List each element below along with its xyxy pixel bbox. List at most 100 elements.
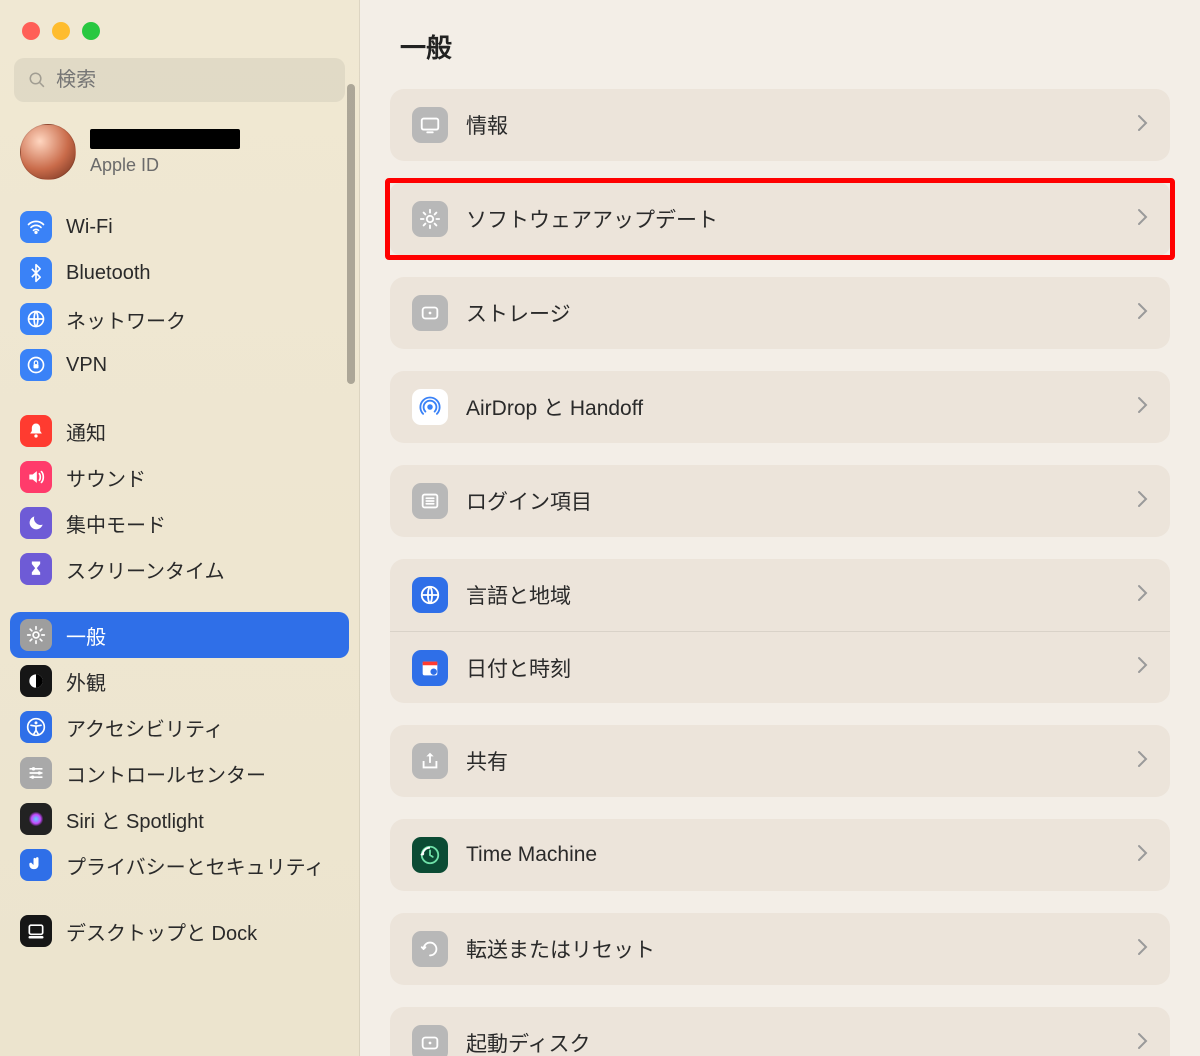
page-title: 一般 (360, 28, 1200, 89)
row-label: 転送またはリセット (466, 934, 1118, 964)
settings-group: 起動ディスク (390, 1007, 1170, 1056)
settings-row-about[interactable]: 情報 (390, 89, 1170, 161)
chevron-right-icon (1136, 584, 1148, 607)
search-input[interactable] (56, 69, 331, 92)
profile-subtitle: Apple ID (90, 155, 240, 176)
disk-icon (412, 295, 448, 331)
sidebar-item-screen[interactable]: スクリーンタイム (10, 546, 349, 592)
search-field[interactable] (14, 58, 345, 102)
sidebar-item-label: 集中モード (66, 509, 166, 538)
settings-group: ストレージ (390, 277, 1170, 349)
siri-icon (20, 803, 52, 835)
settings-row-lang[interactable]: 言語と地域 (390, 559, 1170, 631)
sidebar-item-siri[interactable]: Siri と Spotlight (10, 796, 349, 842)
settings-row-share[interactable]: 共有 (390, 725, 1170, 797)
appearance-icon (20, 665, 52, 697)
calendar-icon (412, 650, 448, 686)
sidebar-scrollbar[interactable] (347, 84, 355, 384)
sidebar-item-notif[interactable]: 通知 (10, 408, 349, 454)
sidebar-item-label: コントロールセンター (66, 759, 266, 788)
globe-icon (412, 577, 448, 613)
sidebar-item-general[interactable]: 一般 (10, 612, 349, 658)
sidebar-item-a11y[interactable]: アクセシビリティ (10, 704, 349, 750)
fullscreen-window-button[interactable] (82, 22, 100, 40)
settings-group: ログイン項目 (390, 465, 1170, 537)
chevron-right-icon (1136, 302, 1148, 325)
row-label: Time Machine (466, 843, 1118, 867)
sidebar-item-vpn[interactable]: VPN (10, 342, 349, 388)
settings-group: 共有 (390, 725, 1170, 797)
clock-icon (412, 837, 448, 873)
chevron-right-icon (1136, 844, 1148, 867)
sidebar-item-network[interactable]: ネットワーク (10, 296, 349, 342)
sidebar-item-desktop[interactable]: デスクトップと Dock (10, 908, 349, 954)
sidebar-item-label: Wi-Fi (66, 216, 113, 239)
share-icon (412, 743, 448, 779)
main-panel: 一般 情報ソフトウェアアップデートストレージ AirDrop と Handoff ロ… (360, 0, 1200, 1056)
sidebar-item-control[interactable]: コントロールセンター (10, 750, 349, 796)
sidebar-item-wifi[interactable]: Wi-Fi (10, 204, 349, 250)
settings-row-reset[interactable]: 転送またはリセット (390, 913, 1170, 985)
gear-icon (412, 201, 448, 237)
chevron-right-icon (1136, 490, 1148, 513)
sidebar-item-label: 一般 (66, 621, 106, 650)
settings-row-storage[interactable]: ストレージ (390, 277, 1170, 349)
settings-row-startup[interactable]: 起動ディスク (390, 1007, 1170, 1056)
sidebar-item-label: VPN (66, 354, 107, 377)
row-label: 情報 (466, 110, 1118, 140)
close-window-button[interactable] (22, 22, 40, 40)
sidebar-item-label: 通知 (66, 417, 106, 446)
settings-row-swupdate[interactable]: ソフトウェアアップデート (390, 183, 1170, 255)
sliders-icon (20, 757, 52, 789)
sidebar-item-focus[interactable]: 集中モード (10, 500, 349, 546)
sidebar-item-label: サウンド (66, 463, 146, 492)
globe-icon (20, 303, 52, 335)
chevron-right-icon (1136, 750, 1148, 773)
chevron-right-icon (1136, 1032, 1148, 1055)
settings-groups: 情報ソフトウェアアップデートストレージ AirDrop と Handoff ログイン… (360, 89, 1200, 1056)
row-label: AirDrop と Handoff (466, 392, 1118, 422)
minimize-window-button[interactable] (52, 22, 70, 40)
row-label: ストレージ (466, 298, 1118, 328)
sidebar-item-sound[interactable]: サウンド (10, 454, 349, 500)
settings-group: AirDrop と Handoff (390, 371, 1170, 443)
sidebar-item-label: アクセシビリティ (66, 713, 224, 742)
settings-row-login[interactable]: ログイン項目 (390, 465, 1170, 537)
settings-group: ソフトウェアアップデート (390, 183, 1170, 255)
wifi-icon (20, 211, 52, 243)
chevron-right-icon (1136, 938, 1148, 961)
dock-icon (20, 915, 52, 947)
sidebar-item-label: スクリーンタイム (66, 555, 225, 584)
sidebar-item-bluetooth[interactable]: Bluetooth (10, 250, 349, 296)
chevron-right-icon (1136, 656, 1148, 679)
settings-group: 情報 (390, 89, 1170, 161)
disk-icon (412, 1025, 448, 1056)
highlight-box: ソフトウェアアップデート (385, 178, 1175, 260)
bell-icon (20, 415, 52, 447)
apple-id-row[interactable]: Apple ID (0, 120, 359, 200)
gear-icon (20, 619, 52, 651)
hand-icon (20, 849, 52, 881)
hourglass-icon (20, 553, 52, 585)
chevron-right-icon (1136, 114, 1148, 137)
sidebar-item-label: ネットワーク (66, 305, 186, 334)
settings-row-tm[interactable]: Time Machine (390, 819, 1170, 891)
sidebar-item-label: Siri と Spotlight (66, 805, 204, 834)
speaker-icon (20, 461, 52, 493)
profile-name-redacted (90, 129, 240, 149)
settings-row-airdrop[interactable]: AirDrop と Handoff (390, 371, 1170, 443)
bluetooth-icon (20, 257, 52, 289)
window-controls (0, 16, 359, 58)
settings-row-date[interactable]: 日付と時刻 (390, 631, 1170, 703)
row-label: 日付と時刻 (466, 653, 1118, 683)
chevron-right-icon (1136, 396, 1148, 419)
sidebar-item-label: Bluetooth (66, 262, 151, 285)
list-icon (412, 483, 448, 519)
row-label: ソフトウェアアップデート (466, 204, 1118, 234)
sidebar-item-privacy[interactable]: プライバシーとセキュリティ (10, 842, 349, 888)
sidebar-item-label: プライバシーとセキュリティ (66, 851, 324, 880)
sidebar-item-label: デスクトップと Dock (66, 917, 257, 946)
moon-icon (20, 507, 52, 539)
sidebar-item-appearance[interactable]: 外観 (10, 658, 349, 704)
search-icon (28, 70, 46, 90)
